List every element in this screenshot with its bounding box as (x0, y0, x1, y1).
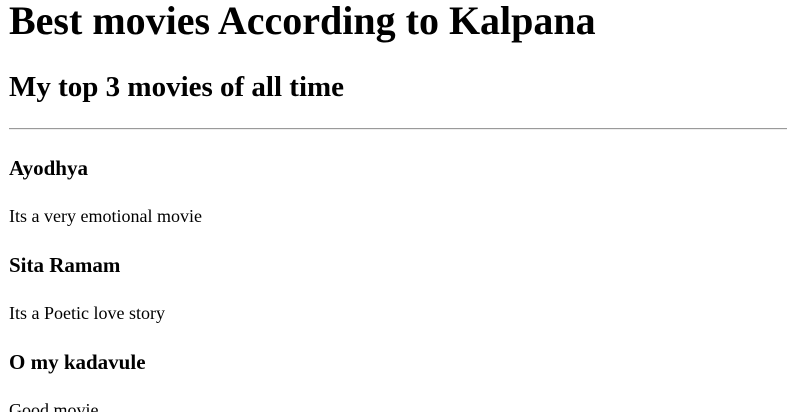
divider (9, 128, 787, 130)
movie-description: Good movie (9, 400, 99, 412)
page-title: Best movies According to Kalpana (9, 0, 596, 43)
page: Best movies According to Kalpana My top … (0, 0, 787, 412)
movie-description: Its a Poetic love story (9, 303, 165, 323)
movie-title: Ayodhya (9, 156, 88, 180)
page-subtitle: My top 3 movies of all time (9, 71, 345, 103)
movie-title: O my kadavule (9, 350, 146, 374)
movie-title: Sita Ramam (9, 253, 121, 277)
movie-description: Its a very emotional movie (9, 206, 202, 226)
